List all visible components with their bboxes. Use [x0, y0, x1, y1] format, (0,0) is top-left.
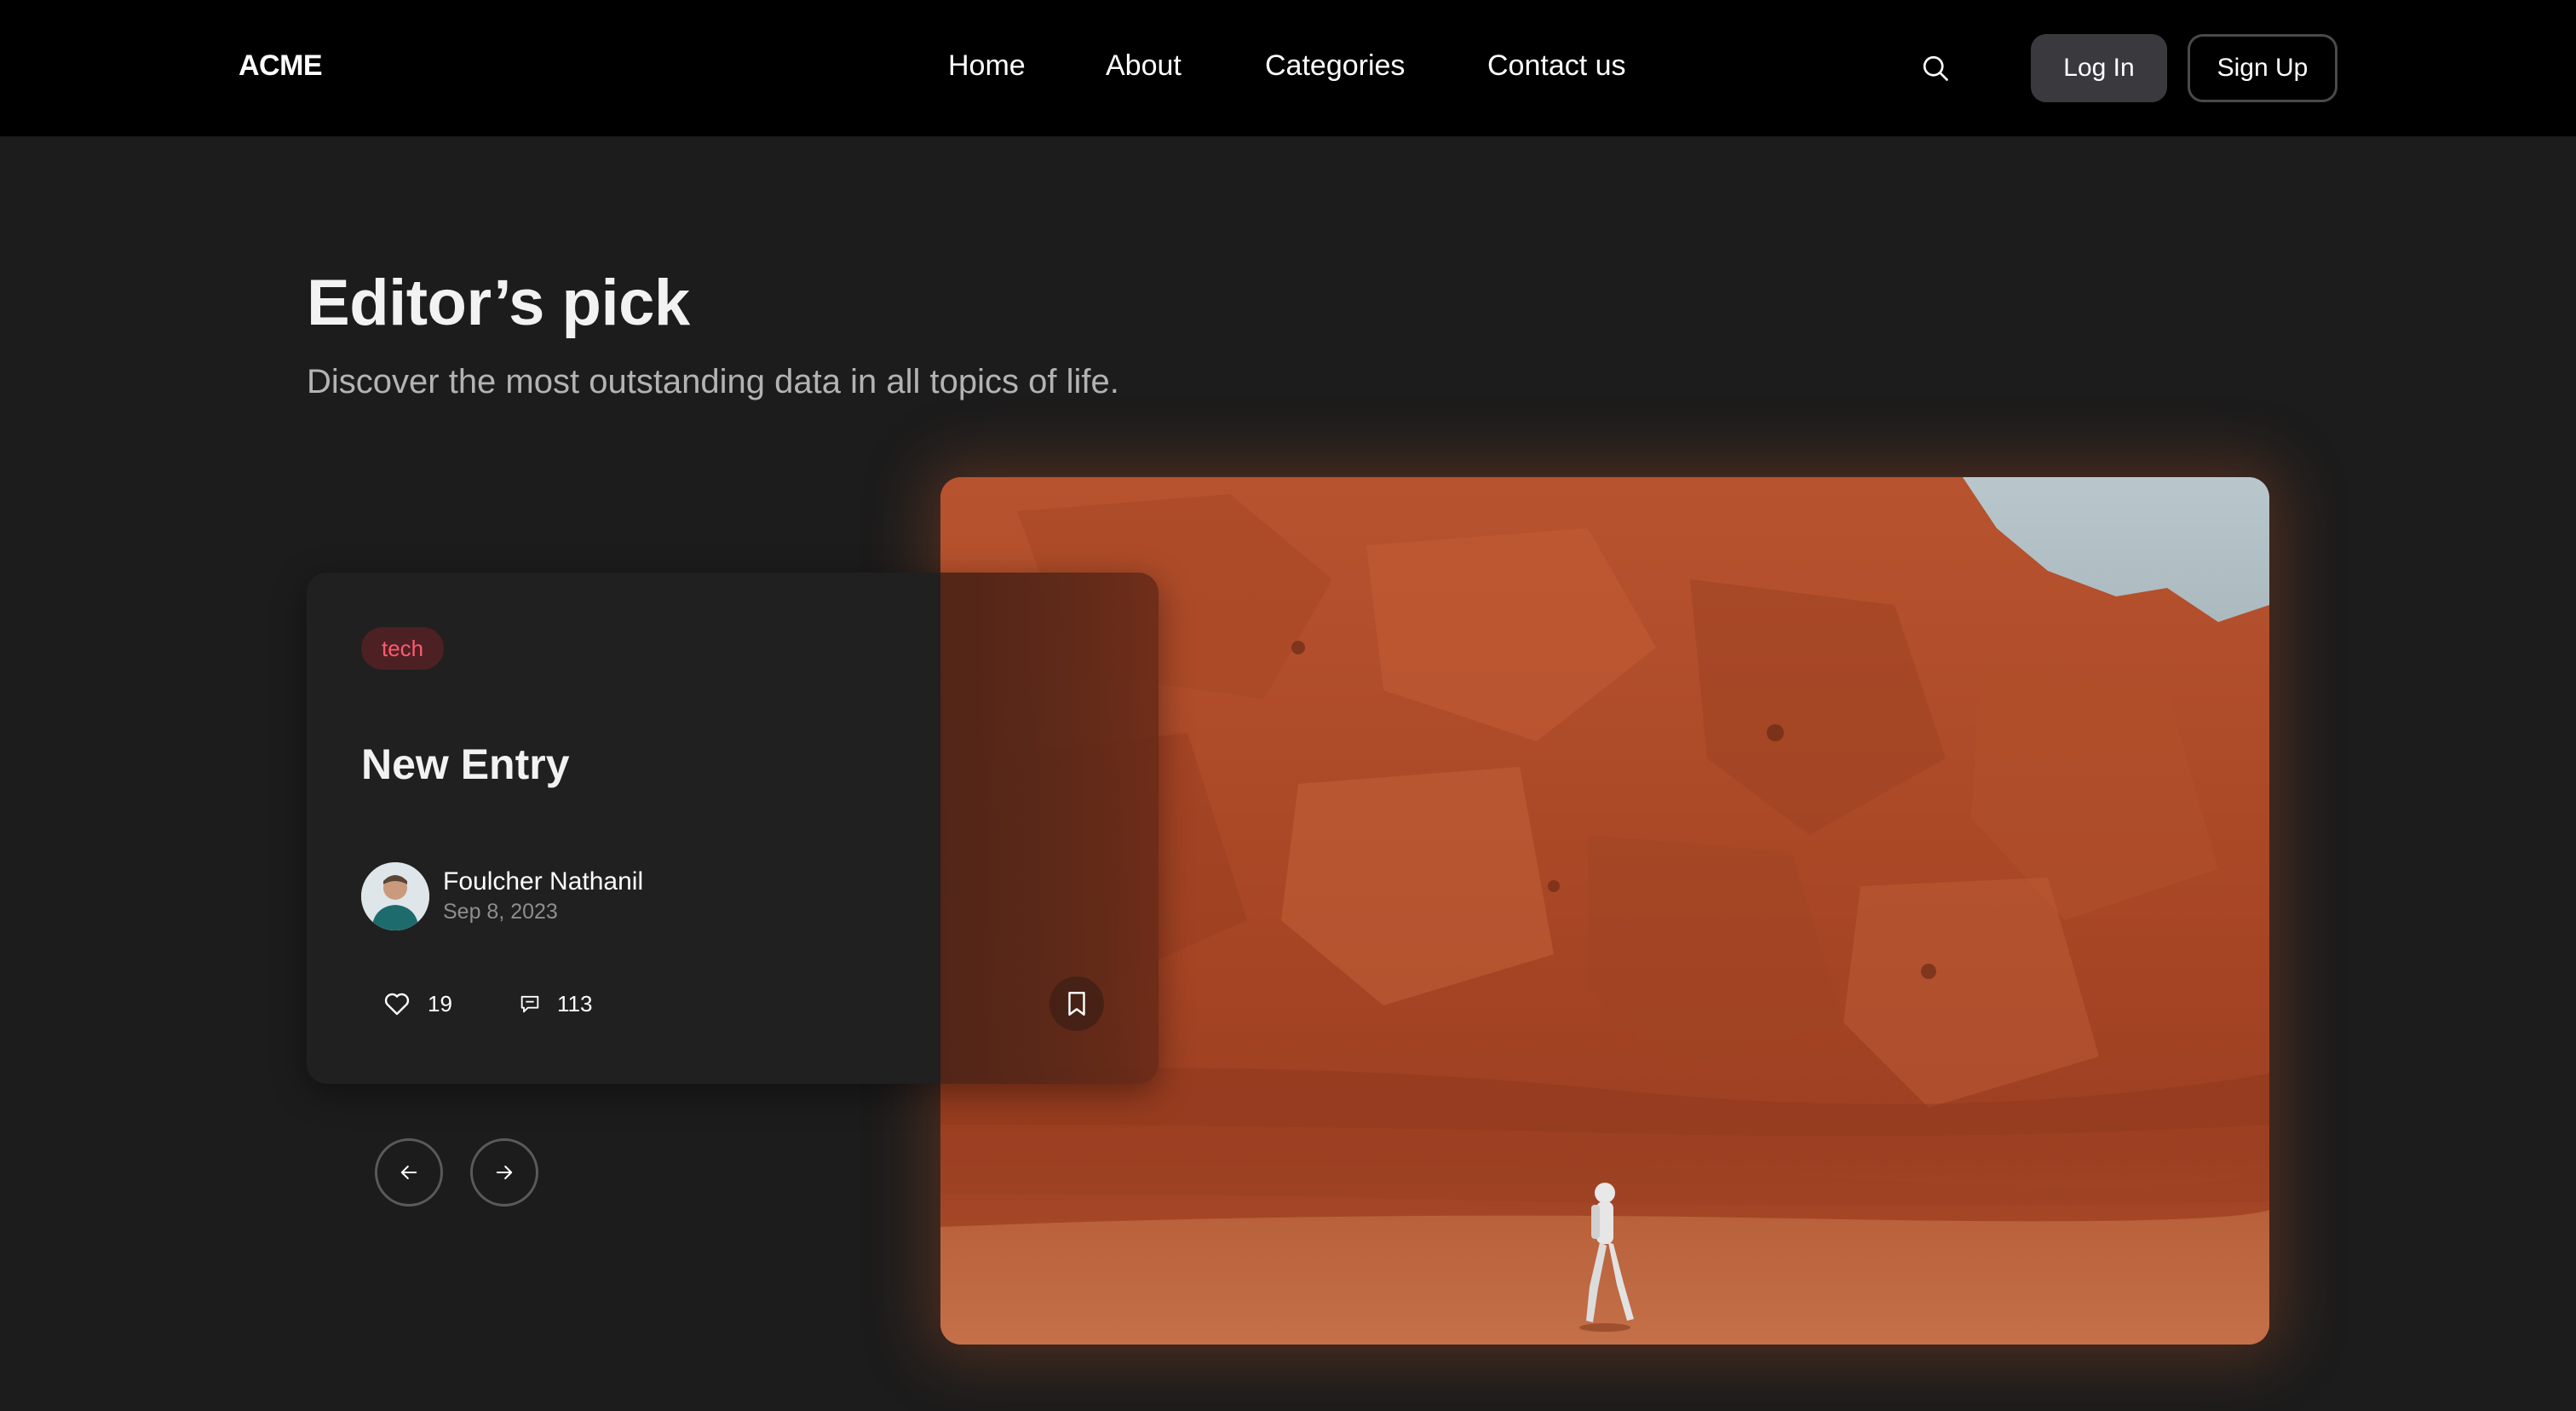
comment-count: 113: [557, 990, 593, 1016]
avatar-image: [361, 862, 429, 930]
article-title[interactable]: New Entry: [361, 740, 570, 789]
section-subtitle: Discover the most outstanding data in al…: [307, 363, 1119, 400]
nav-link-home[interactable]: Home: [948, 49, 1026, 83]
comment-icon: [520, 995, 539, 1013]
signup-button[interactable]: Sign Up: [2188, 34, 2337, 102]
carousel-prev-button[interactable]: [375, 1138, 443, 1207]
section-title: Editor’s pick: [307, 267, 690, 339]
login-button[interactable]: Log In: [2031, 34, 2167, 102]
comment-button[interactable]: 113: [518, 987, 592, 1021]
arrow-right-icon: [496, 1166, 513, 1179]
author-name[interactable]: Foulcher Nathanil: [443, 867, 643, 896]
featured-article-card[interactable]: tech New Entry Foulcher Nathanil Sep 8, …: [307, 573, 1159, 1084]
bookmark-icon: [1068, 992, 1085, 1016]
nav-link-about[interactable]: About: [1106, 49, 1182, 83]
post-date: Sep 8, 2023: [443, 900, 558, 924]
heart-icon: [384, 993, 410, 1016]
author-avatar[interactable]: [361, 862, 429, 930]
category-tag[interactable]: tech: [361, 627, 445, 670]
carousel-next-button[interactable]: [470, 1138, 538, 1207]
nav-link-categories[interactable]: Categories: [1265, 49, 1405, 83]
like-count: 19: [428, 990, 452, 1016]
bookmark-button[interactable]: [1049, 976, 1104, 1031]
search-icon: [1923, 55, 1948, 81]
top-navbar: ACME Home About Categories Contact us Lo…: [0, 0, 2576, 136]
search-button[interactable]: [1917, 49, 1954, 87]
logo[interactable]: ACME: [239, 49, 323, 83]
like-button[interactable]: 19: [382, 987, 452, 1021]
arrow-left-icon: [400, 1166, 417, 1179]
nav-link-contact-us[interactable]: Contact us: [1487, 49, 1626, 83]
